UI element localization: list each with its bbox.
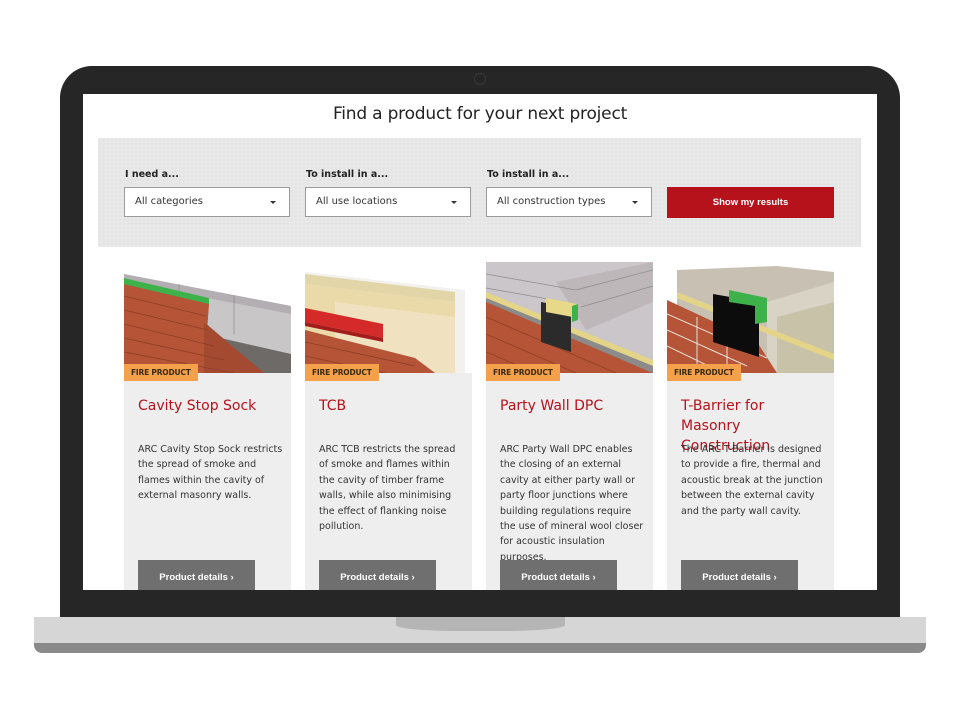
laptop-base-edge bbox=[34, 643, 926, 653]
chevron-down-icon bbox=[270, 201, 276, 204]
product-filter-panel: I need a... All categories To install in… bbox=[98, 138, 861, 247]
product-description: The ARC T-Barrier is designed to provide… bbox=[681, 444, 823, 517]
product-title[interactable]: Party Wall DPC bbox=[500, 396, 645, 416]
product-card: FIRE PRODUCT Party Wall DPC ARC Party Wa… bbox=[486, 262, 653, 590]
product-details-button[interactable]: Product details › bbox=[500, 560, 617, 590]
product-card: FIRE PRODUCT TCB ARC TCB restricts the s… bbox=[305, 262, 472, 590]
laptop-screen: Find a product for your next project I n… bbox=[83, 94, 877, 590]
webcam-icon bbox=[474, 73, 486, 85]
fire-product-badge: FIRE PRODUCT bbox=[305, 364, 379, 381]
product-image[interactable] bbox=[486, 262, 653, 373]
laptop-notch bbox=[396, 617, 565, 631]
chevron-down-icon bbox=[632, 201, 638, 204]
location-select-value: All use locations bbox=[316, 196, 398, 207]
show-results-button[interactable]: Show my results bbox=[667, 187, 834, 218]
chevron-down-icon bbox=[451, 201, 457, 204]
location-filter-label: To install in a... bbox=[306, 169, 389, 180]
product-title[interactable]: Cavity Stop Sock bbox=[138, 396, 283, 416]
product-image[interactable] bbox=[305, 262, 472, 373]
product-description: ARC TCB restricts the spread of smoke an… bbox=[319, 444, 456, 533]
product-card: FIRE PRODUCT Cavity Stop Sock ARC Cavity… bbox=[124, 262, 291, 590]
product-details-button[interactable]: Product details › bbox=[681, 560, 798, 590]
product-title[interactable]: TCB bbox=[319, 396, 464, 416]
product-description: ARC Party Wall DPC enables the closing o… bbox=[500, 444, 644, 563]
product-details-button[interactable]: Product details › bbox=[138, 560, 255, 590]
construction-select[interactable]: All construction types bbox=[486, 187, 652, 217]
fire-product-badge: FIRE PRODUCT bbox=[667, 364, 741, 381]
product-image[interactable] bbox=[124, 262, 291, 373]
fire-product-badge: FIRE PRODUCT bbox=[124, 364, 198, 381]
category-select[interactable]: All categories bbox=[124, 187, 290, 217]
fire-product-badge: FIRE PRODUCT bbox=[486, 364, 560, 381]
location-select[interactable]: All use locations bbox=[305, 187, 471, 217]
construction-filter-label: To install in a... bbox=[487, 169, 570, 180]
category-filter-label: I need a... bbox=[125, 169, 179, 180]
category-select-value: All categories bbox=[135, 196, 203, 207]
construction-select-value: All construction types bbox=[497, 196, 606, 207]
product-card: FIRE PRODUCT T-Barrier for Masonry Const… bbox=[667, 262, 834, 590]
product-details-button[interactable]: Product details › bbox=[319, 560, 436, 590]
product-image[interactable] bbox=[667, 262, 834, 373]
page-title: Find a product for your next project bbox=[332, 104, 628, 124]
product-description: ARC Cavity Stop Sock restricts the sprea… bbox=[138, 444, 283, 502]
